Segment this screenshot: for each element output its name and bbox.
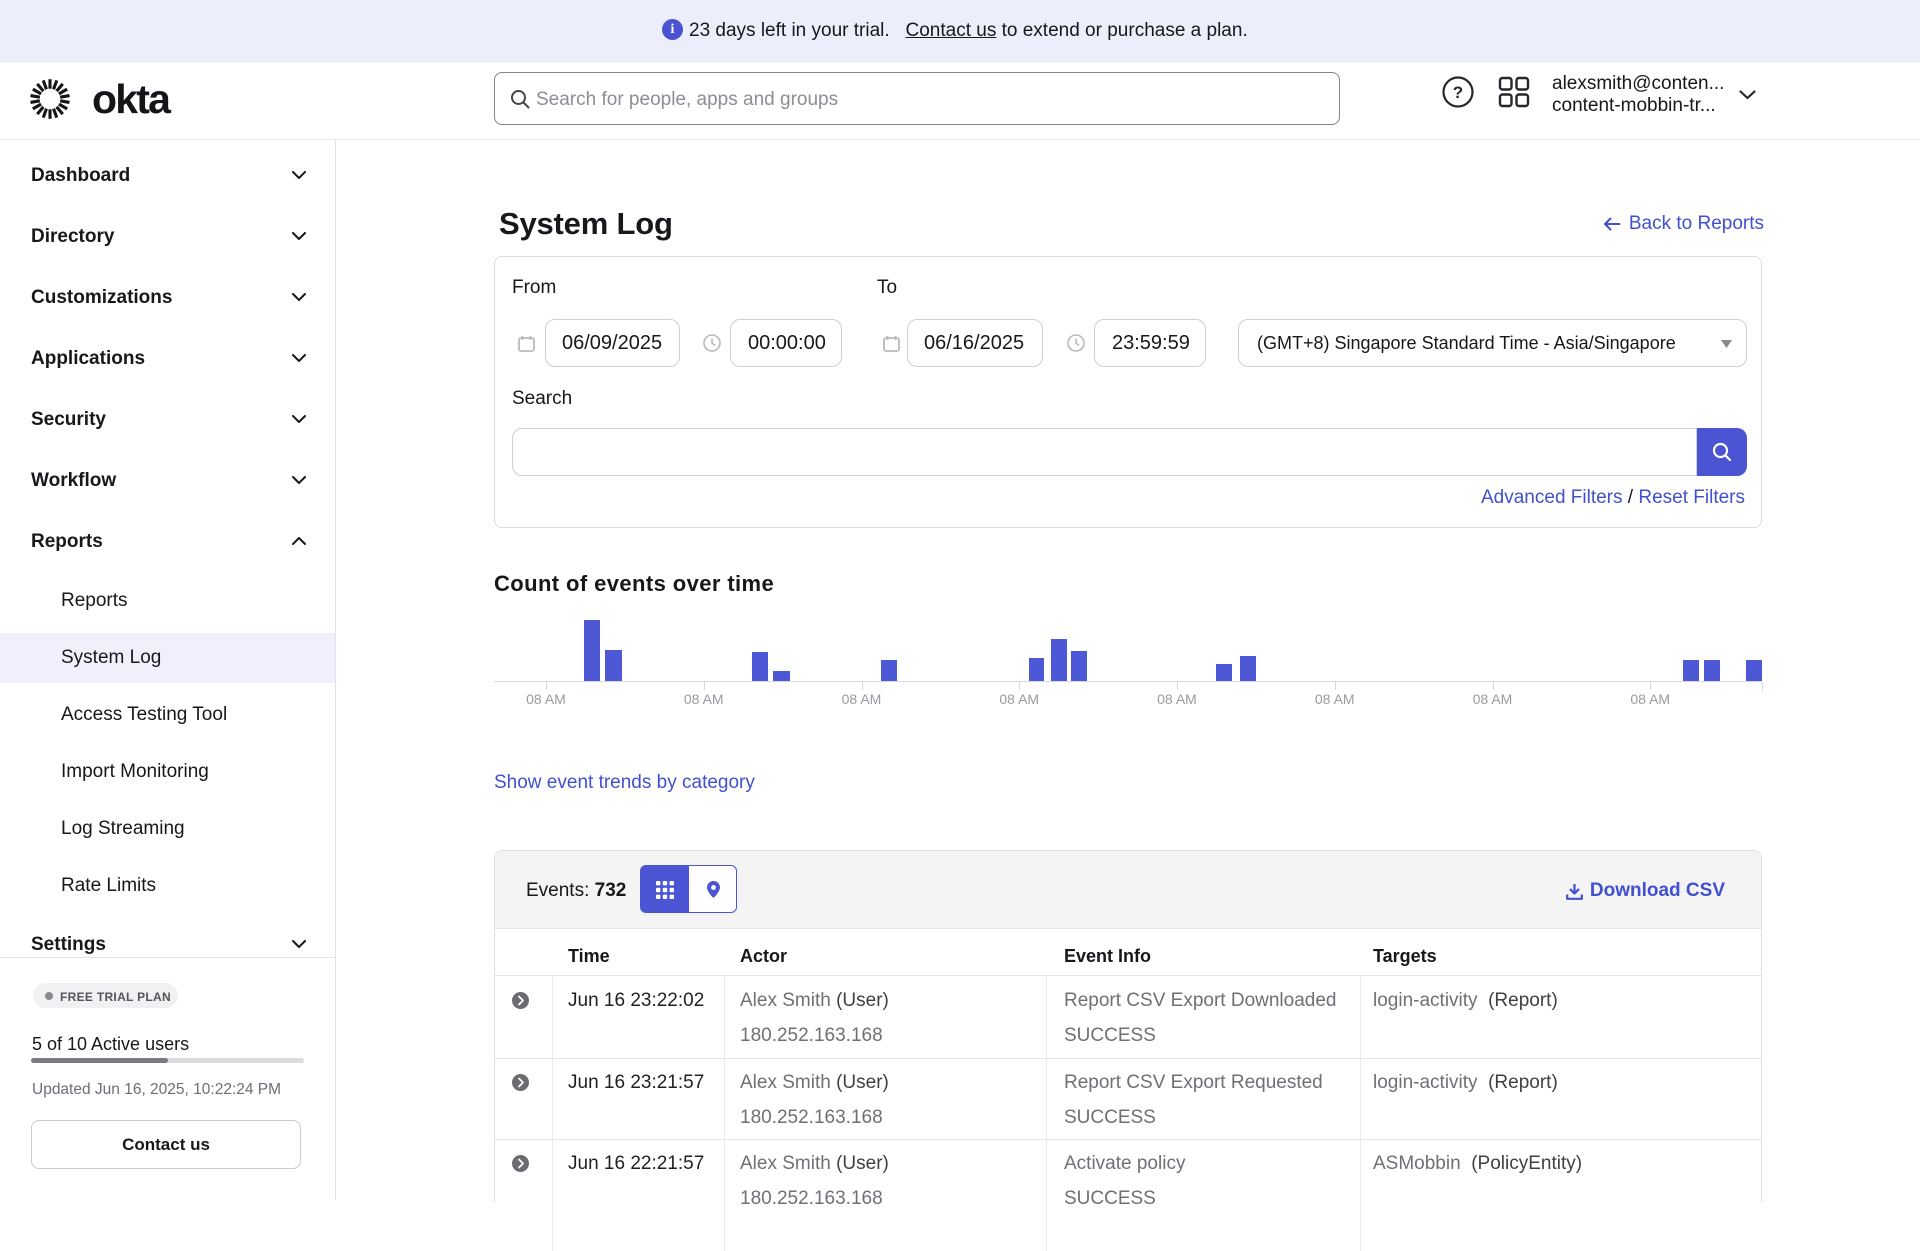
svg-text:?: ? bbox=[1453, 83, 1463, 102]
